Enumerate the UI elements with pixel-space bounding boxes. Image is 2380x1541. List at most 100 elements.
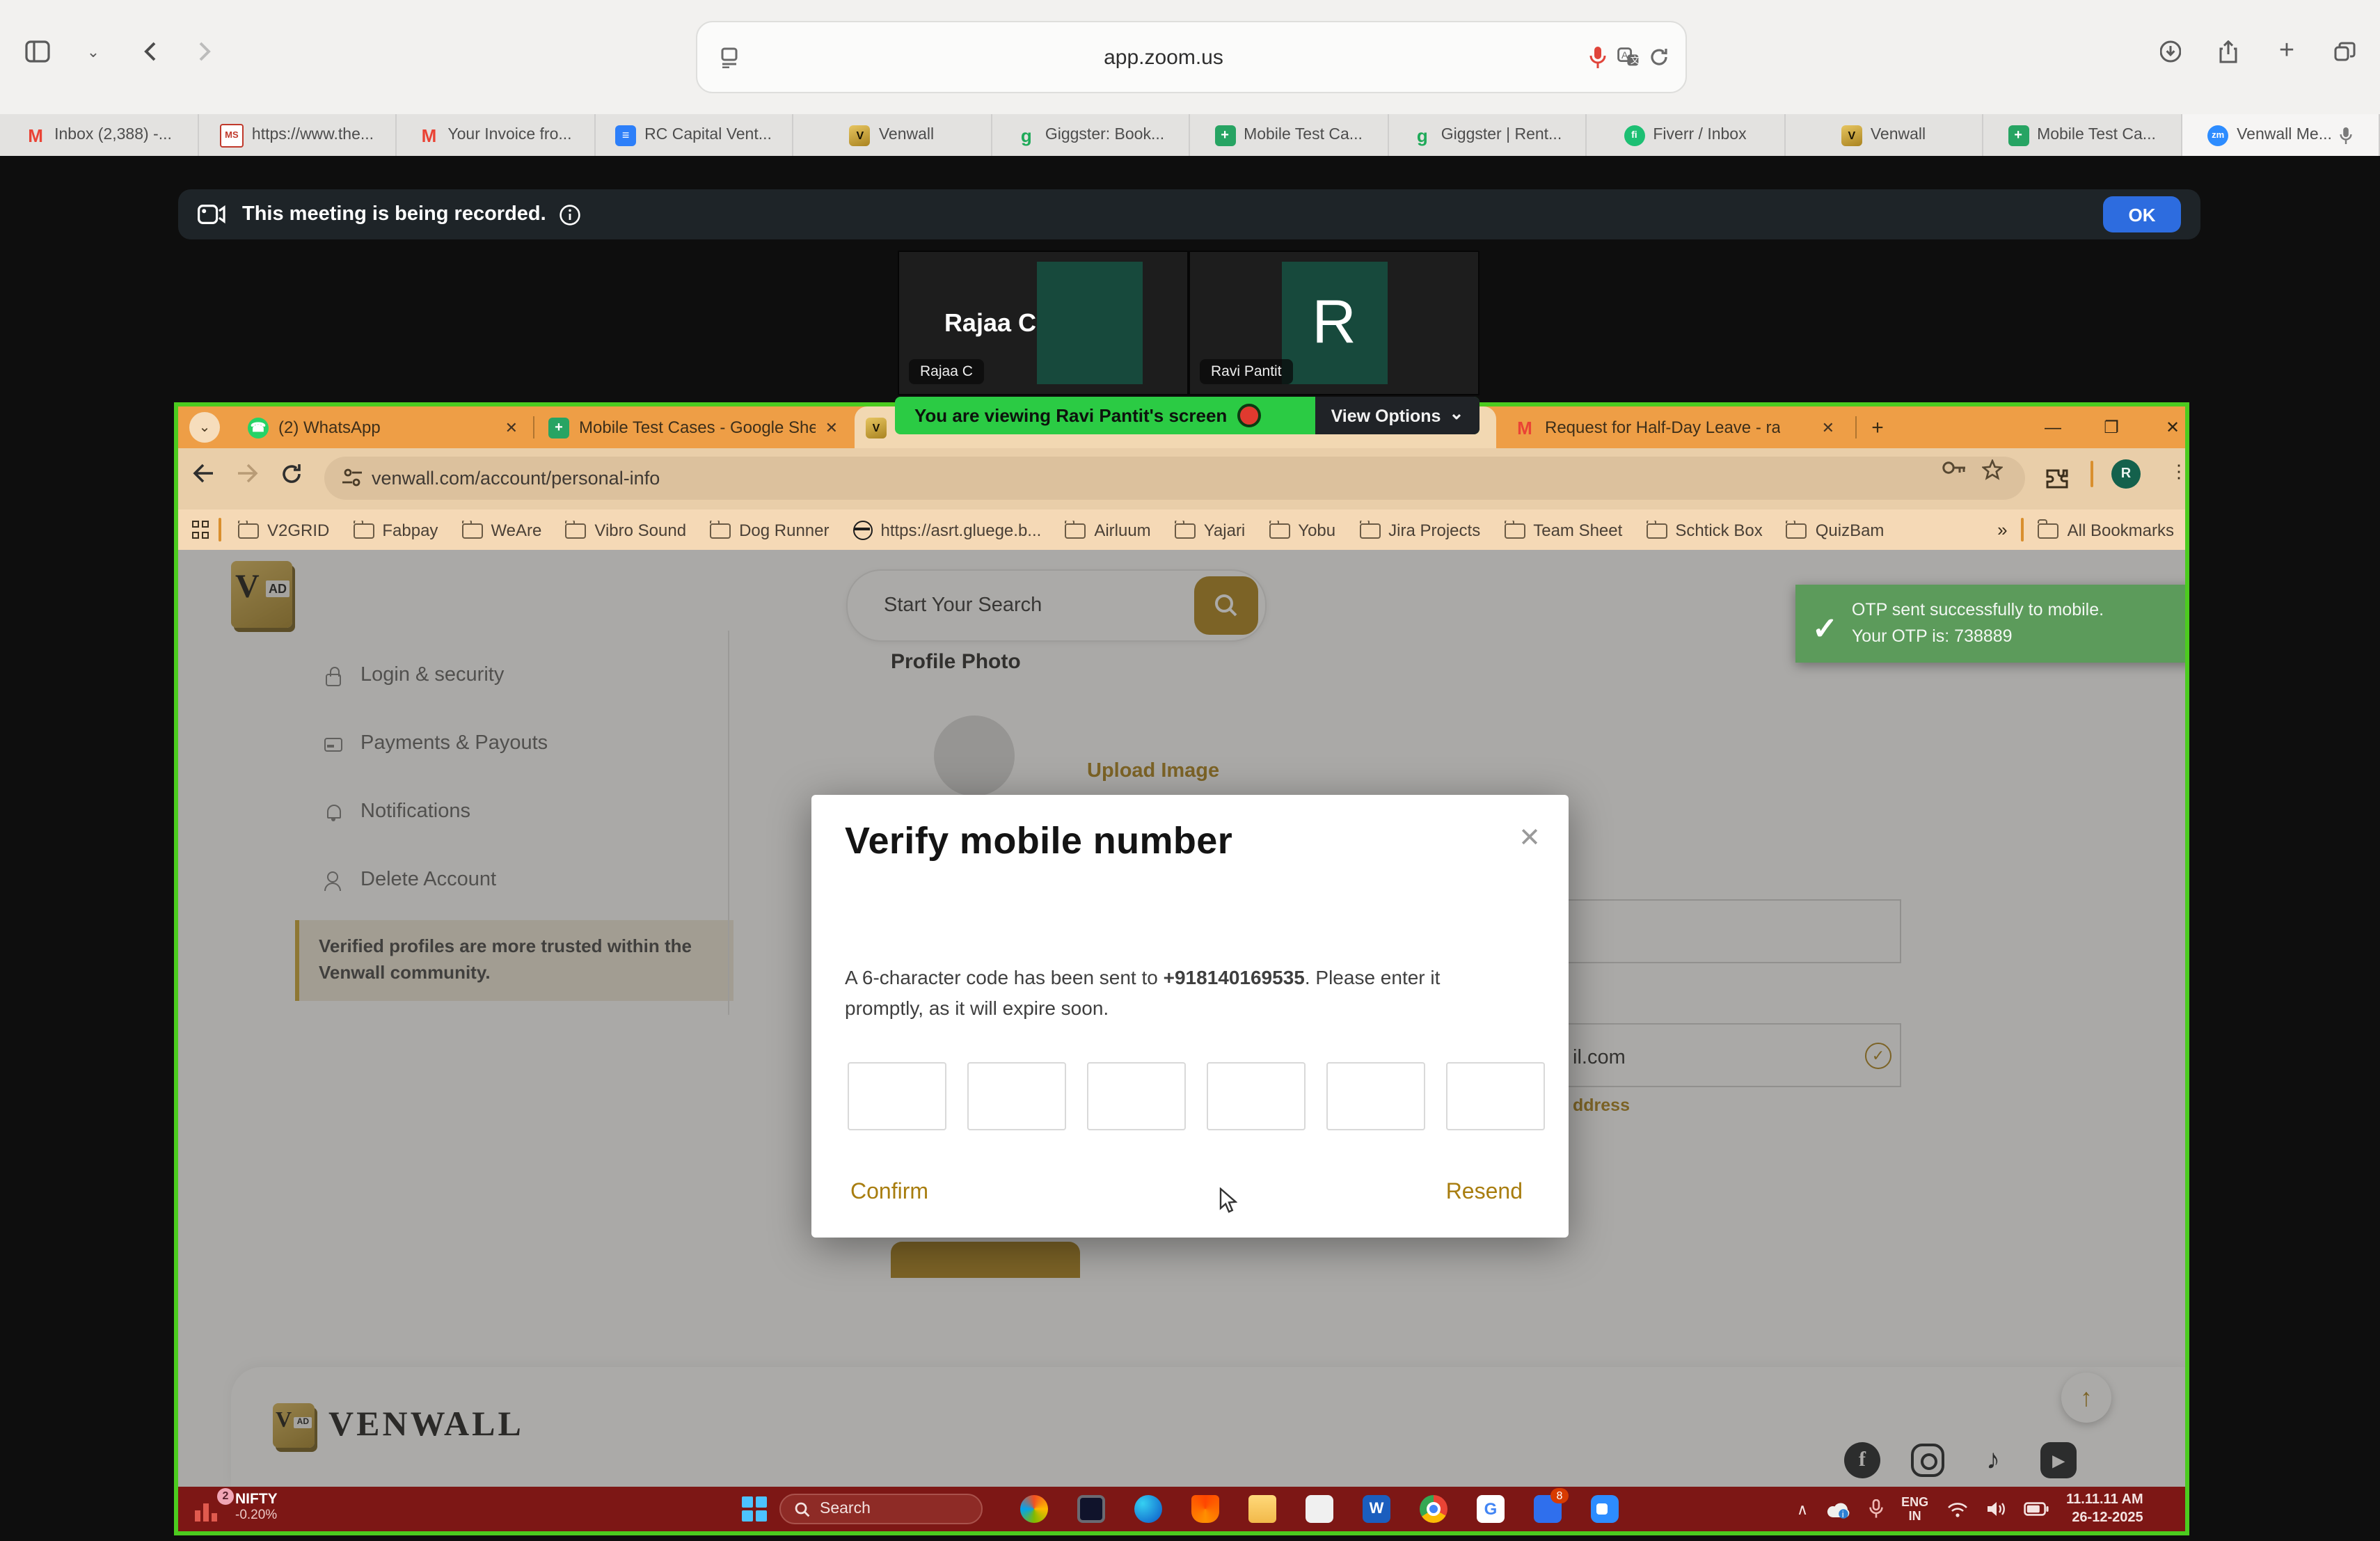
widgets-nifty[interactable]: 2 NIFTY -0.20% [195, 1491, 278, 1523]
tray-chevron-icon[interactable]: ∧ [1797, 1500, 1808, 1518]
safari-tab[interactable]: ≡ RC Capital Vent... [595, 114, 793, 156]
apps-grid-icon[interactable] [192, 521, 210, 539]
chrome-menu-icon[interactable]: ⋮ [2170, 461, 2185, 483]
word-icon[interactable]: W [1363, 1495, 1390, 1523]
sidebar-toggle-icon[interactable] [22, 36, 53, 67]
bookmark-folder[interactable]: Vibro Sound [565, 520, 686, 539]
chevron-down-icon[interactable]: ⌄ [78, 36, 109, 67]
reload-icon[interactable] [1644, 42, 1674, 72]
bookmark-folder[interactable]: Fabpay [353, 520, 438, 539]
close-tab-icon[interactable]: ✕ [825, 418, 838, 436]
close-icon[interactable]: ✕ [1518, 823, 1541, 855]
safari-tab[interactable]: zm Venwall Me... [2182, 114, 2380, 156]
chrome-tab-whatsapp[interactable]: ☎ ​(2) WhatsApp ✕ [237, 406, 529, 448]
battery-icon[interactable] [2023, 1502, 2048, 1516]
dictation-mic-icon[interactable] [1582, 42, 1613, 72]
safari-tab[interactable]: g Giggster | Rent... [1388, 114, 1587, 156]
translate-icon[interactable]: A文 [1613, 42, 1644, 72]
safari-tab[interactable]: fi Fiverr / Inbox [1587, 114, 1785, 156]
reader-view-icon[interactable] [714, 42, 745, 72]
otp-digit-input[interactable] [1207, 1062, 1306, 1130]
taskbar-search[interactable]: Search [779, 1494, 983, 1524]
profile-avatar[interactable]: R [2111, 459, 2141, 489]
google-app-icon[interactable]: G [1477, 1495, 1505, 1523]
participant-tile[interactable]: Rajaa C Rajaa C [898, 251, 1189, 395]
bookmark-folder[interactable]: WeAre [461, 520, 541, 539]
bookmark-folder[interactable]: https://asrt.gluege.b... [853, 520, 1042, 539]
mic-tray-icon[interactable] [1869, 1499, 1883, 1519]
chrome-tab-gmail[interactable]: M Request for Half-Day Leave - ra ✕ [1503, 406, 1846, 448]
close-tab-icon[interactable]: ✕ [505, 418, 518, 436]
reload-icon[interactable] [281, 464, 302, 484]
forward-icon[interactable] [237, 464, 259, 483]
otp-digit-input[interactable] [1326, 1062, 1425, 1130]
bookmark-folder[interactable]: Jira Projects [1359, 520, 1480, 539]
new-tab-icon[interactable]: + [2271, 36, 2302, 67]
recording-ok-button[interactable]: OK [2103, 196, 2181, 232]
copilot-icon[interactable] [1020, 1495, 1048, 1523]
window-minimize-button[interactable]: — [2032, 412, 2074, 443]
safari-tab[interactable]: + Mobile Test Ca... [1983, 114, 2182, 156]
back-icon[interactable] [134, 36, 164, 67]
bookmark-folder[interactable]: QuizBam [1786, 520, 1885, 539]
chrome-address-bar[interactable]: venwall.com/account/personal-info [324, 457, 2025, 500]
brave-icon[interactable] [1191, 1495, 1219, 1523]
chrome-tab-sheets[interactable]: + Mobile Test Cases - Google She ✕ [537, 406, 849, 448]
tab-audio-mic-icon[interactable] [2340, 126, 2353, 144]
otp-digit-input[interactable] [967, 1062, 1066, 1130]
share-icon[interactable] [2213, 36, 2244, 67]
resend-button[interactable]: Resend [1446, 1180, 1523, 1206]
confirm-button[interactable]: Confirm [850, 1180, 928, 1206]
bookmark-folder[interactable]: Dog Runner [710, 520, 829, 539]
participant-tile[interactable]: R Ravi Pantit [1189, 251, 1479, 395]
language-indicator[interactable]: ENGIN [1901, 1494, 1928, 1523]
safari-address-bar[interactable]: app.zoom.us A文 [696, 21, 1687, 93]
taskbar-clock[interactable]: 11.11.11 AM 26-12-2025 [2066, 1491, 2143, 1527]
otp-digit-input[interactable] [1087, 1062, 1186, 1130]
bookmark-folder[interactable]: Team Sheet [1504, 520, 1622, 539]
bookmark-folder[interactable]: Yobu [1269, 520, 1335, 539]
chrome-icon[interactable] [1420, 1495, 1447, 1523]
view-options-button[interactable]: View Options ⌄ [1315, 397, 1479, 434]
info-icon[interactable] [560, 204, 581, 225]
window-close-button[interactable]: ✕ [2152, 412, 2185, 443]
forward-icon[interactable] [189, 36, 220, 67]
otp-digit-input[interactable] [1446, 1062, 1545, 1130]
store-icon[interactable]: 8 [1534, 1495, 1562, 1523]
bookmark-folder[interactable]: V2GRID [238, 520, 329, 539]
file-explorer-icon[interactable] [1248, 1495, 1276, 1523]
onedrive-cloud-icon[interactable]: i [1826, 1500, 1851, 1518]
site-settings-icon[interactable] [341, 466, 363, 489]
extensions-icon[interactable] [2045, 466, 2068, 490]
bookmarks-overflow-icon[interactable]: » [1997, 519, 2007, 540]
start-button[interactable] [742, 1496, 767, 1522]
safari-tab[interactable]: MS https://www.the... [198, 114, 397, 156]
back-icon[interactable] [192, 464, 214, 483]
window-maximize-button[interactable]: ❐ [2091, 412, 2132, 443]
safari-tab[interactable]: M Your Invoice fro... [397, 114, 595, 156]
all-bookmarks[interactable]: All Bookmarks [2038, 520, 2174, 539]
edge-icon[interactable] [1134, 1495, 1162, 1523]
task-view-icon[interactable] [1077, 1495, 1105, 1523]
safari-tab[interactable]: + Mobile Test Ca... [1190, 114, 1388, 156]
wifi-icon[interactable] [1946, 1501, 1967, 1517]
otp-digit-input[interactable] [848, 1062, 946, 1130]
tab-title: Mobile Test Ca... [2037, 127, 2156, 143]
safari-tab[interactable]: M Inbox (2,388) -... [0, 114, 198, 156]
password-key-icon[interactable] [1942, 459, 1967, 476]
speaker-icon[interactable] [1985, 1501, 2005, 1517]
zoom-app-icon[interactable] [1591, 1495, 1619, 1523]
new-tab-button[interactable]: + [1865, 415, 1890, 440]
tab-search-icon[interactable]: ⌄ [189, 412, 220, 443]
bookmark-star-icon[interactable] [1982, 459, 2003, 480]
bookmark-folder[interactable]: Schtick Box [1646, 520, 1762, 539]
whiteboard-icon[interactable] [1306, 1495, 1333, 1523]
safari-tab[interactable]: V Venwall [1785, 114, 1983, 156]
close-tab-icon[interactable]: ✕ [1822, 418, 1834, 436]
downloads-icon[interactable] [2155, 36, 2185, 67]
bookmark-folder[interactable]: Airluum [1065, 520, 1150, 539]
safari-tab[interactable]: V Venwall [793, 114, 992, 156]
bookmark-folder[interactable]: Yajari [1175, 520, 1246, 539]
safari-tab[interactable]: g Giggster: Book... [992, 114, 1190, 156]
tab-overview-icon[interactable] [2330, 36, 2361, 67]
